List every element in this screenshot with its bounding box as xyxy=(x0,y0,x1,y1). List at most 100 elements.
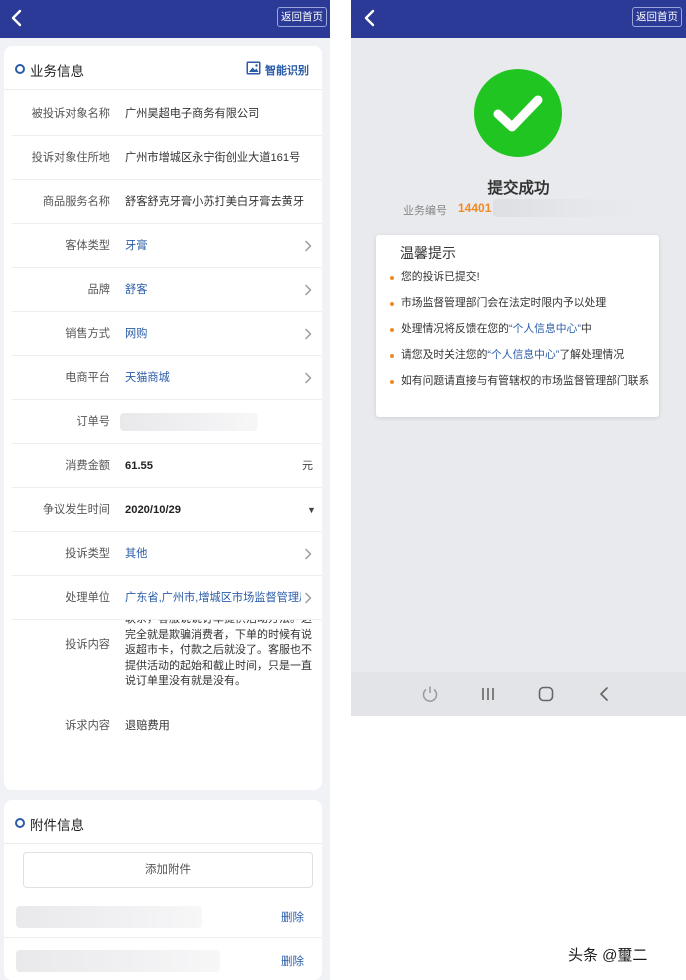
tip-text-part: 了解处理情况 xyxy=(559,349,625,361)
bullet-dot-icon xyxy=(390,302,394,306)
section-dot-icon xyxy=(15,818,25,828)
field-label: 客体类型 xyxy=(65,240,110,252)
field-value: 2020/10/29 xyxy=(125,504,181,516)
field-sales-method[interactable]: 销售方式 网购 xyxy=(12,312,322,356)
redacted-attachment-name xyxy=(16,906,202,928)
business-info-card: 业务信息 智能识别 被投诉对象名称 广州昊超电子商务有限公司 投诉对象住所地 广… xyxy=(4,46,322,790)
tip-text: 您的投诉已提交! xyxy=(401,269,651,286)
attachment-item: 删除 xyxy=(4,896,322,938)
attachment-info-card: 附件信息 添加附件 删除 删除 xyxy=(4,800,322,980)
field-complained-party-name[interactable]: 被投诉对象名称 广州昊超电子商务有限公司 xyxy=(12,92,322,136)
power-icon[interactable] xyxy=(420,684,440,704)
chevron-right-icon xyxy=(305,284,312,296)
field-label: 投诉对象住所地 xyxy=(31,152,110,164)
business-section-header: 业务信息 智能识别 xyxy=(4,46,322,90)
system-nav-bar xyxy=(351,672,686,716)
home-nav-icon[interactable] xyxy=(536,684,556,704)
field-label: 电商平台 xyxy=(65,372,110,384)
field-label: 订单号 xyxy=(76,416,110,428)
warm-tips-card: 温馨提示 您的投诉已提交! 市场监督管理部门会在法定时限内予以处理 处理情况将反… xyxy=(376,235,659,417)
tip-text: 请您及时关注您的“个人信息中心”了解处理情况 xyxy=(401,347,651,364)
field-value: 天猫商城 xyxy=(125,372,170,384)
delete-attachment-button[interactable]: 删除 xyxy=(281,909,304,925)
attachment-section-header: 附件信息 xyxy=(4,800,322,844)
submit-success-screen: 返回首页 提交成功 业务编号 14401 温馨提示 您的投诉已提交! 市场监督管… xyxy=(351,0,686,716)
bullet-dot-icon xyxy=(390,328,394,332)
smart-recognize-label: 智能识别 xyxy=(265,65,309,77)
field-value: 其他 xyxy=(125,548,148,560)
redacted-business-number xyxy=(493,199,641,217)
field-complaint-content[interactable]: 投诉内容 联系，客服说说订单提供活动方法。这完全就是欺骗消费者，下单的时候有说返… xyxy=(12,620,322,706)
field-complained-party-address[interactable]: 投诉对象住所地 广州市增城区永宁街创业大道161号 xyxy=(12,136,322,180)
attachment-item: 删除 xyxy=(4,940,322,980)
field-value: 61.55 xyxy=(125,460,153,472)
field-label: 销售方式 xyxy=(65,328,110,340)
success-title: 提交成功 xyxy=(487,180,550,197)
chevron-right-icon xyxy=(305,240,312,252)
recent-apps-icon[interactable] xyxy=(478,684,498,704)
field-value: 广东省,广州市,增城区市场监督管理局 xyxy=(125,592,301,604)
currency-unit: 元 xyxy=(302,460,313,472)
check-icon xyxy=(493,95,543,132)
personal-center-link[interactable]: “个人信息中心” xyxy=(509,323,581,335)
field-label: 诉求内容 xyxy=(65,720,110,732)
bullet-dot-icon xyxy=(390,380,394,384)
redacted-order-number xyxy=(120,413,258,431)
field-claim-content[interactable]: 诉求内容 退赔费用 xyxy=(12,704,322,748)
tip-text-part: 市场监督管理部门会在法定时限内予以处理 xyxy=(401,297,607,309)
return-home-button[interactable]: 返回首页 xyxy=(277,7,327,27)
tip-text: 市场监督管理部门会在法定时限内予以处理 xyxy=(401,295,651,312)
back-chevron-icon[interactable] xyxy=(8,8,26,28)
field-label: 争议发生时间 xyxy=(42,504,110,516)
attachment-section-title: 附件信息 xyxy=(30,818,84,833)
field-label: 投诉类型 xyxy=(65,548,110,560)
watermark: 头条 @璽二 xyxy=(568,947,648,964)
tip-text-part: 请您及时关注您的 xyxy=(401,349,488,361)
top-bar: 返回首页 xyxy=(351,0,686,38)
field-value: 牙膏 xyxy=(125,240,148,252)
business-section-title: 业务信息 xyxy=(30,64,84,79)
tip-text-part: 中 xyxy=(580,323,592,335)
success-check-icon xyxy=(474,69,562,157)
warm-tips-title: 温馨提示 xyxy=(400,245,456,261)
field-value: 退赔费用 xyxy=(125,720,170,732)
dropdown-caret-icon: ▼ xyxy=(307,505,316,515)
chevron-right-icon xyxy=(305,328,312,340)
field-value: 网购 xyxy=(125,328,148,340)
field-value: 舒客 xyxy=(125,284,148,296)
field-consumption-amount[interactable]: 消费金额 61.55 元 xyxy=(12,444,322,488)
field-value: 广州昊超电子商务有限公司 xyxy=(125,108,260,120)
field-product-service-name[interactable]: 商品服务名称 舒客舒克牙膏小苏打美白牙膏去黄牙 xyxy=(12,180,322,224)
field-ecommerce-platform[interactable]: 电商平台 天猫商城 xyxy=(12,356,322,400)
field-label: 品牌 xyxy=(87,284,110,296)
add-attachment-button[interactable]: 添加附件 xyxy=(23,852,313,888)
field-label: 被投诉对象名称 xyxy=(31,108,110,120)
back-nav-icon[interactable] xyxy=(594,684,614,704)
back-chevron-icon[interactable] xyxy=(361,8,379,28)
field-value: 舒客舒克牙膏小苏打美白牙膏去黄牙 xyxy=(125,196,305,208)
field-object-type[interactable]: 客体类型 牙膏 xyxy=(12,224,322,268)
image-scan-icon xyxy=(246,61,261,75)
tip-text: 如有问题请直接与有管辖权的市场监督管理部门联系 xyxy=(401,373,651,390)
tip-text-part: 处理情况将反馈在您的 xyxy=(401,323,509,335)
tip-text-part: 您的投诉已提交! xyxy=(401,271,480,283)
personal-center-link[interactable]: “个人信息中心” xyxy=(487,349,559,361)
business-number-value: 14401 xyxy=(458,201,492,215)
complaint-form-screen: 返回首页 业务信息 智能识别 被投诉对象名称 广州昊超电子商务有限公司 投诉对象… xyxy=(0,0,330,980)
field-label: 投诉内容 xyxy=(65,639,110,651)
field-complaint-type[interactable]: 投诉类型 其他 xyxy=(12,532,322,576)
complaint-content-textarea[interactable]: 联系，客服说说订单提供活动方法。这完全就是欺骗消费者，下单的时候有说返超市卡，付… xyxy=(125,620,321,704)
delete-attachment-button[interactable]: 删除 xyxy=(281,953,304,969)
field-handling-unit[interactable]: 处理单位 广东省,广州市,增城区市场监督管理局 xyxy=(12,576,322,620)
complaint-content-text: 联系，客服说说订单提供活动方法。这完全就是欺骗消费者，下单的时候有说返超市卡，付… xyxy=(125,620,312,687)
chevron-right-icon xyxy=(305,372,312,384)
redacted-attachment-name xyxy=(16,950,220,972)
tip-text-part: 如有问题请直接与有管辖权的市场监督管理部门联系 xyxy=(401,375,650,387)
field-brand[interactable]: 品牌 舒客 xyxy=(12,268,322,312)
bullet-dot-icon xyxy=(390,276,394,280)
top-bar: 返回首页 xyxy=(0,0,330,38)
return-home-button[interactable]: 返回首页 xyxy=(632,7,682,27)
section-dot-icon xyxy=(15,64,25,74)
field-order-number[interactable]: 订单号 xyxy=(12,400,322,444)
field-dispute-date[interactable]: 争议发生时间 2020/10/29 ▼ xyxy=(12,488,322,532)
